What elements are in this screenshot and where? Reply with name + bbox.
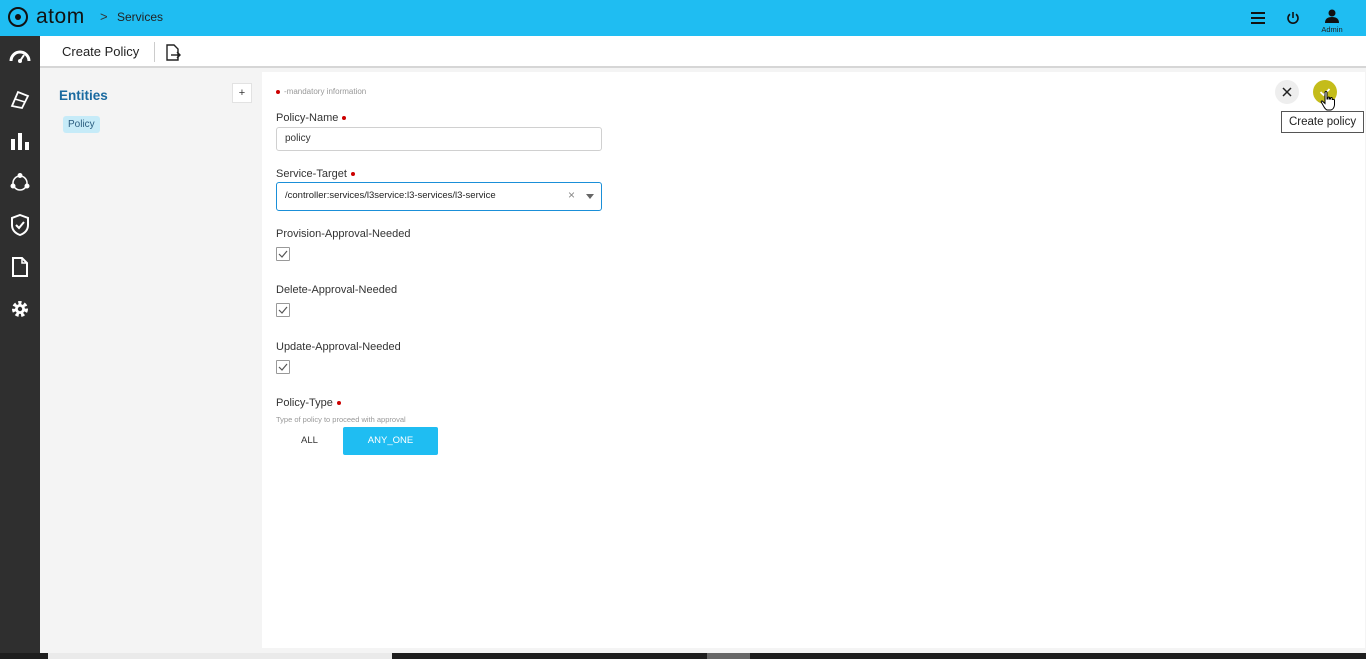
policy-type-label: Policy-Type xyxy=(276,397,341,409)
nav-security[interactable] xyxy=(0,205,40,245)
policy-type-any-one-option[interactable]: ANY_ONE xyxy=(343,427,438,455)
update-approval-checkbox[interactable] xyxy=(276,360,290,374)
entities-title: Entities xyxy=(59,88,108,103)
required-dot xyxy=(350,172,355,177)
policy-type-all-option[interactable]: ALL xyxy=(276,427,343,455)
policy-type-hint: Type of policy to proceed with approval xyxy=(276,415,406,424)
left-nav xyxy=(0,36,40,659)
user-icon[interactable] xyxy=(1322,6,1342,26)
nav-devices[interactable] xyxy=(0,79,40,119)
policy-name-input[interactable]: policy xyxy=(276,127,602,151)
delete-approval-checkbox[interactable] xyxy=(276,303,290,317)
page-title: Create Policy xyxy=(62,44,140,59)
provision-approval-checkbox[interactable] xyxy=(276,247,290,261)
breadcrumb-services[interactable]: Services xyxy=(117,10,163,24)
export-icon[interactable] xyxy=(164,44,182,62)
document-icon xyxy=(12,257,28,277)
dashboard-icon xyxy=(9,50,31,63)
policy-name-label-text: Policy-Name xyxy=(276,112,339,124)
power-icon[interactable] xyxy=(1283,8,1303,28)
nav-dashboard[interactable] xyxy=(0,37,40,77)
policy-name-label: Policy-Name xyxy=(276,112,347,124)
service-target-select[interactable]: /controller:services/l3service:l3-servic… xyxy=(276,182,602,211)
policy-type-toggle: ALL ANY_ONE xyxy=(276,427,438,455)
list-icon[interactable] xyxy=(1248,8,1268,28)
entity-item-policy[interactable]: Policy xyxy=(63,116,100,133)
chevron-down-icon[interactable] xyxy=(586,194,594,199)
gear-icon xyxy=(12,301,28,317)
devices-icon xyxy=(10,90,30,110)
check-icon xyxy=(278,306,288,314)
breadcrumb-separator: > xyxy=(100,9,108,24)
logo-text: atom xyxy=(36,5,85,28)
shield-icon xyxy=(11,214,29,236)
scrollbar-thumb[interactable] xyxy=(707,653,750,659)
logo-icon xyxy=(8,7,28,27)
update-approval-label: Update-Approval-Needed xyxy=(276,341,401,353)
chart-icon xyxy=(11,133,29,150)
policy-form: -mandatory information Policy-Name polic… xyxy=(262,72,1365,648)
service-target-value: /controller:services/l3service:l3-servic… xyxy=(285,190,496,201)
add-entity-button[interactable]: + xyxy=(232,83,252,103)
check-icon xyxy=(278,363,288,371)
clear-icon[interactable]: × xyxy=(568,188,575,202)
close-icon xyxy=(1282,87,1292,97)
service-target-label: Service-Target xyxy=(276,168,355,180)
nav-topology[interactable] xyxy=(0,163,40,203)
user-label: Admin xyxy=(1321,25,1343,34)
required-dot xyxy=(276,89,280,94)
page-header: Create Policy xyxy=(40,36,1366,68)
check-icon xyxy=(278,250,288,258)
header-divider xyxy=(154,42,155,62)
nav-documents[interactable] xyxy=(0,247,40,287)
required-dot xyxy=(336,401,341,406)
provision-approval-label: Provision-Approval-Needed xyxy=(276,228,411,240)
bottom-scrollbar[interactable] xyxy=(0,653,1366,659)
mandatory-note: -mandatory information xyxy=(276,87,366,96)
nav-analytics[interactable] xyxy=(0,121,40,161)
delete-approval-label: Delete-Approval-Needed xyxy=(276,284,398,296)
top-bar: atom > Services Admin xyxy=(0,0,1366,36)
scrollbar-segment xyxy=(48,653,392,659)
policy-type-label-text: Policy-Type xyxy=(276,397,333,409)
entities-panel: Entities + Policy xyxy=(42,72,262,648)
network-icon xyxy=(10,173,30,191)
required-dot xyxy=(342,116,347,121)
hand-cursor-icon xyxy=(1320,91,1335,111)
mandatory-note-text: -mandatory information xyxy=(284,87,367,96)
service-target-label-text: Service-Target xyxy=(276,168,347,180)
atom-logo[interactable]: atom xyxy=(8,6,85,28)
create-policy-tooltip: Create policy xyxy=(1281,111,1365,133)
nav-settings[interactable] xyxy=(0,289,40,329)
close-button[interactable] xyxy=(1275,80,1299,104)
